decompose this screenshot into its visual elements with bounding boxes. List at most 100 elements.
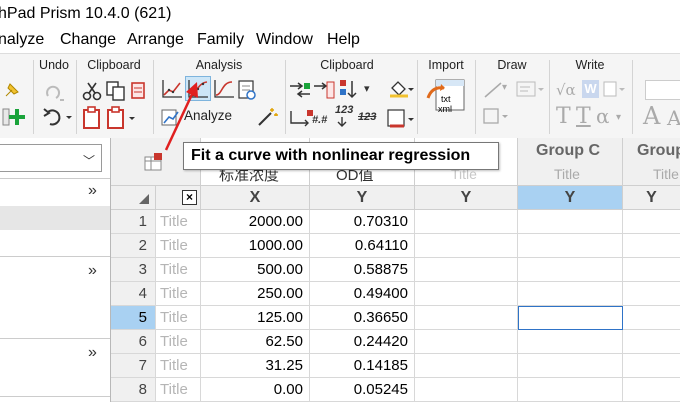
y-value-cell[interactable]: 0.05245	[310, 378, 415, 402]
word-icon[interactable]: W	[582, 80, 599, 98]
row-number[interactable]: 5	[111, 306, 156, 330]
row-number[interactable]: 7	[111, 354, 156, 378]
copy-icon[interactable]	[105, 80, 127, 102]
sort-icon[interactable]	[338, 78, 360, 100]
group-d-cell[interactable]	[623, 282, 680, 306]
group-b-cell[interactable]	[415, 378, 518, 402]
magic-wand-icon[interactable]	[256, 106, 278, 128]
group-d-cell[interactable]	[623, 234, 680, 258]
equation-icon[interactable]: √α	[556, 81, 576, 99]
expand-icon[interactable]: »	[88, 262, 97, 280]
fill-color-icon[interactable]	[388, 78, 414, 100]
menu-window[interactable]: Window	[256, 31, 313, 49]
row-title[interactable]: Title	[156, 210, 201, 234]
row-title[interactable]: Title	[156, 234, 201, 258]
x-value-cell[interactable]: 125.00	[201, 306, 310, 330]
group-b-cell[interactable]	[415, 306, 518, 330]
group-c-cell[interactable]	[518, 378, 623, 402]
x-subheader[interactable]: X	[201, 186, 310, 210]
group-c-cell[interactable]	[518, 234, 623, 258]
column-header-group-c[interactable]: Group C Title	[518, 138, 623, 186]
y-value-cell[interactable]: 0.64110	[310, 234, 415, 258]
group-c-cell[interactable]	[518, 306, 623, 330]
group-c-cell[interactable]	[518, 258, 623, 282]
menu-arrange[interactable]: Arrange	[127, 31, 184, 49]
group-c-title[interactable]: Title	[554, 166, 580, 182]
shape-tool-icon[interactable]	[482, 106, 512, 128]
group-c-cell[interactable]	[518, 330, 623, 354]
undo-icon[interactable]	[42, 106, 72, 128]
group-c-cell[interactable]	[518, 210, 623, 234]
group-d-title[interactable]: Title	[653, 166, 679, 182]
menu-analyze[interactable]: nalyze	[0, 31, 44, 49]
y-value-cell[interactable]: 0.36650	[310, 306, 415, 330]
x-value-cell[interactable]: 500.00	[201, 258, 310, 282]
group-b-cell[interactable]	[415, 330, 518, 354]
copy-format-icon[interactable]	[129, 80, 149, 102]
line-dropdown[interactable]: ▾	[502, 82, 507, 93]
navigator-dropdown[interactable]: ﹀	[0, 144, 102, 172]
group-d-cell[interactable]	[623, 354, 680, 378]
row-title[interactable]: Title	[156, 306, 201, 330]
expand-icon[interactable]: »	[88, 344, 97, 362]
cut-icon[interactable]	[81, 80, 103, 102]
decimal-format-icon[interactable]: #.#	[312, 114, 327, 126]
x-value-cell[interactable]: 250.00	[201, 282, 310, 306]
transpose-icon[interactable]	[288, 108, 314, 128]
menu-family[interactable]: Family	[197, 31, 244, 49]
y-value-cell[interactable]: 0.58875	[310, 258, 415, 282]
x-value-cell[interactable]: 31.25	[201, 354, 310, 378]
expand-icon[interactable]: »	[88, 182, 97, 200]
y-value-cell[interactable]: 0.24420	[310, 330, 415, 354]
row-number[interactable]: 4	[111, 282, 156, 306]
group-d-cell[interactable]	[623, 210, 680, 234]
redo-icon[interactable]	[42, 82, 68, 102]
increase-number-icon[interactable]: 123	[335, 104, 353, 116]
column-header-group-d[interactable]: Group Title	[623, 138, 680, 186]
import-file-icon[interactable]: txt xml	[426, 78, 468, 122]
text-style-icon[interactable]: T	[556, 104, 571, 129]
group-d-cell[interactable]	[623, 330, 680, 354]
font-smaller-icon[interactable]: A	[667, 106, 680, 130]
x-value-cell[interactable]: 2000.00	[201, 210, 310, 234]
group-d-y-subheader[interactable]: Y	[623, 186, 680, 210]
x-value-cell[interactable]: 62.50	[201, 330, 310, 354]
group-b-y-subheader[interactable]: Y	[415, 186, 518, 210]
group-d-cell[interactable]	[623, 378, 680, 402]
remove-number-icon[interactable]: 123	[358, 111, 376, 123]
swap-columns-icon[interactable]	[288, 80, 312, 100]
greek-dropdown[interactable]: ▾	[616, 112, 621, 123]
paste-special-icon[interactable]	[105, 106, 139, 130]
line-tool-icon[interactable]	[482, 80, 504, 100]
paste-icon[interactable]	[81, 106, 103, 130]
row-number[interactable]: 2	[111, 234, 156, 258]
group-b-cell[interactable]	[415, 282, 518, 306]
menu-help[interactable]: Help	[327, 31, 360, 49]
group-d-cell[interactable]	[623, 258, 680, 282]
greek-letter-icon[interactable]: α	[596, 104, 610, 128]
y-value-cell[interactable]: 0.14185	[310, 354, 415, 378]
text-underline-icon[interactable]: T	[576, 104, 591, 129]
group-c-y-subheader[interactable]: Y	[518, 186, 623, 210]
row-title[interactable]: Title	[156, 378, 201, 402]
group-b-cell[interactable]	[415, 210, 518, 234]
text-box-icon[interactable]	[516, 78, 546, 102]
group-b-cell[interactable]	[415, 234, 518, 258]
font-larger-icon[interactable]: A	[643, 102, 660, 130]
x-value-cell[interactable]: 0.00	[201, 378, 310, 402]
sort-dropdown-chevron[interactable]: ▾	[364, 82, 370, 95]
row-number[interactable]: 8	[111, 378, 156, 402]
close-icon[interactable]: ×	[182, 190, 197, 205]
row-title[interactable]: Title	[156, 354, 201, 378]
group-d-cell[interactable]	[623, 306, 680, 330]
font-size-box[interactable]	[645, 80, 680, 100]
row-title[interactable]: Title	[156, 258, 201, 282]
menu-change[interactable]: Change	[60, 31, 116, 49]
group-b-cell[interactable]	[415, 258, 518, 282]
row-number[interactable]: 6	[111, 330, 156, 354]
y-subheader[interactable]: Y	[310, 186, 415, 210]
x-value-cell[interactable]: 1000.00	[201, 234, 310, 258]
row-number[interactable]: 3	[111, 258, 156, 282]
border-color-icon[interactable]	[386, 108, 414, 130]
row-title[interactable]: Title	[156, 330, 201, 354]
